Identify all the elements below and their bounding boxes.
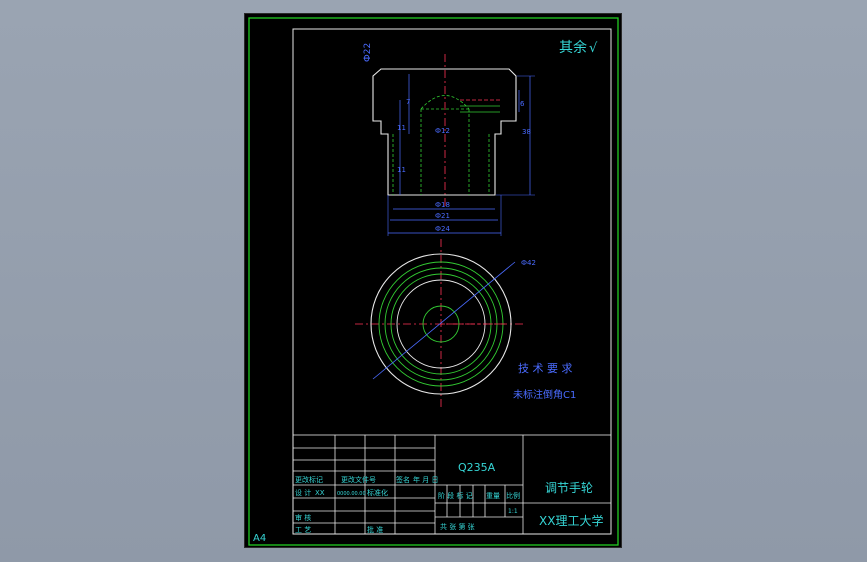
scale-value: 1:1	[508, 508, 518, 515]
tech-req-title: 技 术 要 求	[518, 362, 573, 375]
dim-side-small: 6	[520, 100, 525, 108]
cad-drawing: 其余 √ Ф22 11 11 7 38 6 Ф12 Ф18 Ф21 Ф24 Ф4…	[248, 17, 619, 546]
dim-inner: Ф12	[435, 127, 450, 135]
row-label-2: 签名	[396, 475, 410, 484]
school-name: XX理工大学	[539, 513, 603, 528]
dim-d2: Ф21	[435, 212, 450, 220]
standardize-label: 标准化	[367, 488, 388, 497]
design-date: 0000.00.00	[337, 491, 366, 497]
dim-radius: Ф42	[521, 259, 536, 267]
review-label: 审 核	[295, 513, 311, 522]
stage-label: 阶 段 标 记	[438, 491, 473, 500]
outer-frame	[248, 17, 619, 546]
row-label-3: 年 月 日	[413, 475, 438, 484]
approve-label: 批 准	[367, 525, 383, 534]
paper-size: A4	[253, 533, 266, 544]
dim-d3: Ф24	[435, 225, 450, 233]
dim-total: 38	[522, 128, 531, 136]
material: Q235A	[458, 461, 496, 474]
top-dim-label: Ф22	[363, 43, 373, 62]
tech-req-note: 未标注倒角C1	[513, 388, 576, 401]
design-label: 设 计	[295, 488, 311, 497]
sheets-label: 共 张 第 张	[440, 522, 475, 531]
row-label-1: 更改文件号	[341, 475, 376, 484]
roughness-symbol: √	[589, 41, 598, 56]
dim-h1: 11	[397, 124, 406, 132]
top-view: Ф42	[355, 239, 536, 409]
front-view: Ф22 11 11 7 38 6 Ф12 Ф18 Ф21 Ф24	[363, 43, 535, 236]
design-name: XX	[315, 489, 325, 497]
part-name: 调节手轮	[545, 481, 593, 495]
process-label: 工 艺	[295, 526, 311, 534]
drawing-sheet: 其余 √ Ф22 11 11 7 38 6 Ф12 Ф18 Ф21 Ф24 Ф4…	[244, 13, 622, 548]
dim-h2: 11	[397, 166, 406, 174]
scale-label: 比例	[506, 491, 520, 500]
weight-label: 重量	[486, 492, 500, 500]
dim-h3: 7	[406, 98, 410, 106]
dim-d1: Ф18	[435, 201, 450, 209]
roughness-note: 其余	[559, 39, 587, 56]
row-label-0: 更改标记	[295, 475, 323, 484]
